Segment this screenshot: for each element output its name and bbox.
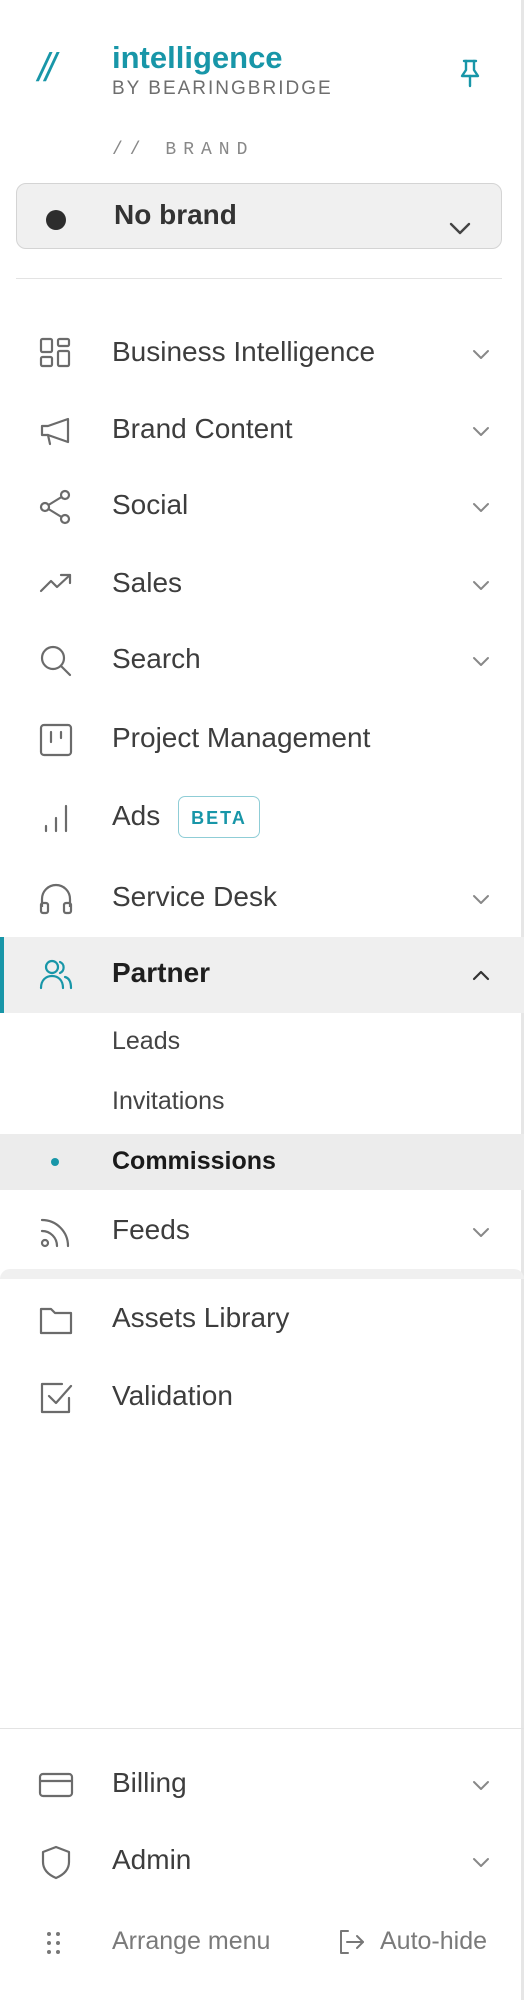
active-indicator (0, 937, 4, 1013)
chevron-down-icon (468, 419, 494, 445)
shield-icon (38, 1844, 74, 1880)
users-icon (38, 957, 74, 993)
nav-item-sales[interactable]: Sales (0, 547, 524, 623)
nav-item-label: Assets Library (112, 1302, 290, 1333)
nav-item-label: Ads (112, 800, 161, 831)
nav-item-label: Partner (112, 957, 211, 988)
active-dot-icon (51, 1158, 59, 1166)
exit-icon[interactable] (336, 1927, 366, 1957)
folder-icon (38, 1302, 74, 1338)
nav-item-label: Brand Content (112, 413, 293, 444)
subnav-item-label: Commissions (112, 1147, 276, 1175)
credit-card-icon (38, 1767, 74, 1803)
nav-item-partner[interactable]: Partner (0, 937, 524, 1013)
sidebar: // intelligence BY BEARINGBRIDGE // BRAN… (0, 0, 524, 2000)
nav-item-admin[interactable]: Admin (0, 1824, 524, 1900)
dashboard-grid-icon (38, 336, 74, 372)
search-icon (38, 643, 74, 679)
nav-item-brand-content[interactable]: Brand Content (0, 393, 524, 469)
brand-section-label: // BRAND (112, 140, 255, 160)
nav-item-label: Validation (112, 1380, 233, 1411)
app-subtitle: BY BEARINGBRIDGE (112, 78, 333, 99)
subnav-item-label: Invitations (112, 1087, 225, 1115)
nav-item-billing[interactable]: Billing (0, 1747, 524, 1823)
nav-item-label: Sales (112, 567, 183, 598)
nav-item-social[interactable]: Social (0, 469, 524, 545)
chevron-up-icon (468, 963, 494, 989)
brand-select-value: No brand (114, 199, 237, 230)
chevron-down-icon (468, 573, 494, 599)
nav-item-service-desk[interactable]: Service Desk (0, 861, 524, 937)
chevron-down-icon (468, 887, 494, 913)
nav-item-validation[interactable]: Validation (0, 1360, 524, 1436)
nav-item-label: Search (112, 643, 201, 674)
nav-item-project-management[interactable]: Project Management (0, 702, 524, 778)
nav-item-business-intelligence[interactable]: Business Intelligence (0, 316, 524, 392)
chevron-down-icon (468, 649, 494, 675)
beta-badge: BETA (178, 796, 260, 838)
chevron-down-icon (447, 216, 473, 242)
bar-chart-icon (38, 800, 74, 836)
share-icon (38, 489, 74, 525)
checkbox-icon (38, 1380, 74, 1416)
scroll-shadow (0, 1269, 524, 1279)
nav-item-label: Service Desk (112, 881, 277, 912)
logo-mark: // (38, 46, 56, 90)
chevron-down-icon (468, 342, 494, 368)
chevron-down-icon (468, 1220, 494, 1246)
drag-handle-icon[interactable] (44, 1924, 64, 1964)
nav-item-label: Feeds (112, 1214, 190, 1245)
nav-item-label: Admin (112, 1844, 192, 1875)
chevron-down-icon (468, 1773, 494, 1799)
app-name: intelligence (112, 40, 283, 75)
megaphone-icon (38, 413, 74, 449)
divider (0, 1728, 524, 1729)
chevron-down-icon (468, 495, 494, 521)
divider (16, 278, 502, 279)
nav-item-label: Business Intelligence (112, 336, 376, 367)
nav-item-assets-library[interactable]: Assets Library (0, 1282, 524, 1358)
pin-icon[interactable] (458, 58, 482, 88)
rss-icon (38, 1214, 74, 1250)
chevron-down-icon (468, 1850, 494, 1876)
brand-dot-icon (46, 210, 66, 230)
kanban-icon (38, 722, 74, 758)
nav-item-label: Social (112, 489, 189, 520)
nav-item-label: Project Management (112, 722, 371, 753)
arrange-menu-button[interactable]: Arrange menu (112, 1927, 270, 1956)
subnav-item-label: Leads (112, 1027, 181, 1055)
subnav-item-invitations[interactable]: Invitations (0, 1074, 524, 1130)
nav-item-label: Billing (112, 1767, 187, 1798)
headphones-icon (38, 881, 74, 917)
nav-item-ads[interactable]: Ads (0, 780, 524, 856)
brand-select[interactable] (16, 183, 502, 249)
auto-hide-button[interactable]: Auto-hide (380, 1927, 487, 1956)
trending-up-icon (38, 567, 74, 603)
subnav-item-leads[interactable]: Leads (0, 1014, 524, 1070)
subnav-item-commissions[interactable]: Commissions (0, 1134, 524, 1190)
nav-item-feeds[interactable]: Feeds (0, 1194, 524, 1270)
nav-item-search[interactable]: Search (0, 623, 524, 699)
